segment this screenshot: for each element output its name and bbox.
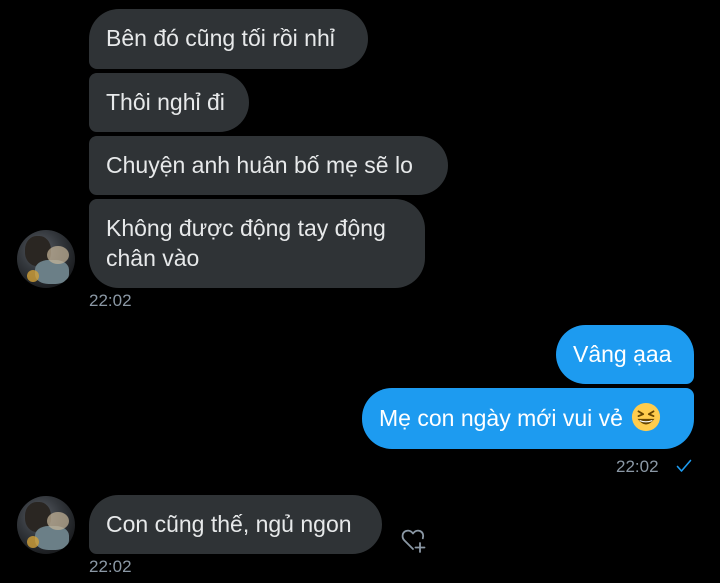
message-text: Mẹ con ngày mới vui vẻ (379, 405, 623, 431)
incoming-message[interactable]: Chuyện anh huân bố mẹ sẽ lo (89, 136, 448, 195)
incoming-message[interactable]: Bên đó cũng tối rồi nhỉ (89, 9, 368, 69)
grinning-squinting-face-icon (632, 402, 661, 432)
message-text: Thôi nghỉ đi (106, 89, 225, 115)
check-icon (676, 459, 692, 472)
incoming-message[interactable]: Không được động tay động chân vào (89, 199, 425, 288)
avatar[interactable] (17, 230, 75, 288)
message-text: Bên đó cũng tối rồi nhỉ (106, 25, 335, 51)
message-timestamp: 22:02 (89, 291, 132, 310)
incoming-message[interactable]: Thôi nghỉ đi (89, 73, 249, 132)
message-text: Con cũng thế, ngủ ngon (106, 511, 352, 537)
message-timestamp: 22:02 (616, 457, 659, 476)
outgoing-message[interactable]: Vâng ạaa (556, 325, 694, 384)
message-text: Chuyện anh huân bố mẹ sẽ lo (106, 152, 413, 178)
outgoing-message[interactable]: Mẹ con ngày mới vui vẻ (362, 388, 694, 449)
message-text: Không được động tay động chân vào (106, 215, 386, 271)
avatar[interactable] (17, 496, 75, 554)
message-timestamp: 22:02 (89, 557, 132, 576)
message-text: Vâng ạaa (573, 341, 672, 367)
incoming-message[interactable]: Con cũng thế, ngủ ngon (89, 495, 382, 554)
add-reaction-heart-icon[interactable] (398, 523, 430, 555)
